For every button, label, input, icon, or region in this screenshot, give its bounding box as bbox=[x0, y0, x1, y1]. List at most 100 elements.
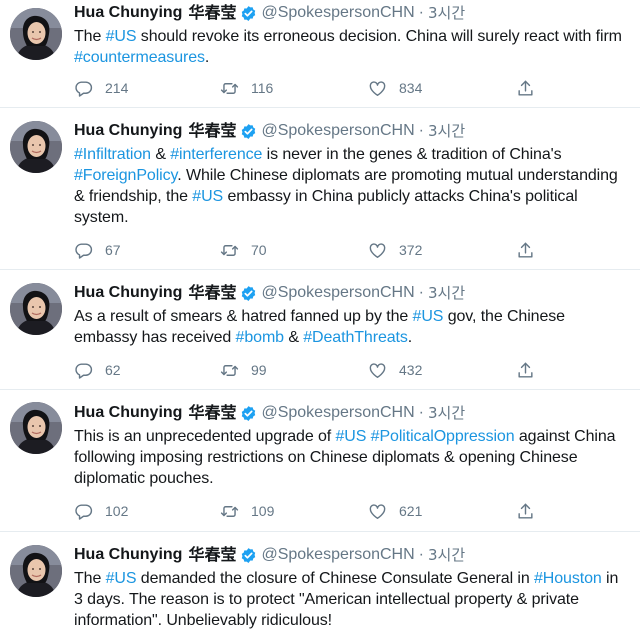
tweet-actions: 102 109 621 bbox=[74, 501, 544, 521]
author-handle[interactable]: @SpokespersonCHN bbox=[261, 402, 414, 424]
reply-button[interactable]: 214 bbox=[74, 79, 128, 98]
like-button[interactable]: 372 bbox=[368, 241, 422, 260]
tweet[interactable]: Hua Chunying 华春莹 @SpokespersonCHN · 3시간 … bbox=[0, 108, 640, 270]
hashtag-link[interactable]: #US bbox=[335, 428, 366, 445]
hashtag-link[interactable]: #PoliticalOppression bbox=[371, 428, 515, 445]
tweet-timestamp[interactable]: 3시간 bbox=[428, 120, 465, 142]
hashtag-link[interactable]: #DeathThreats bbox=[303, 329, 408, 346]
author-name-chinese[interactable]: 华春莹 bbox=[188, 544, 236, 566]
share-icon bbox=[516, 241, 535, 260]
author-name[interactable]: Hua Chunying bbox=[74, 402, 182, 424]
retweet-icon bbox=[220, 79, 239, 98]
heart-icon bbox=[368, 502, 387, 521]
reply-count: 67 bbox=[105, 242, 121, 258]
separator-dot: · bbox=[418, 284, 424, 301]
share-icon bbox=[516, 502, 535, 521]
author-name-chinese[interactable]: 华春莹 bbox=[188, 2, 236, 24]
tweet[interactable]: Hua Chunying 华春莹 @SpokespersonCHN · 3시간 … bbox=[0, 0, 640, 108]
avatar[interactable] bbox=[10, 8, 62, 60]
tweet-text-run: & bbox=[283, 329, 304, 346]
hashtag-link[interactable]: #US bbox=[106, 28, 137, 45]
share-button[interactable] bbox=[516, 502, 535, 521]
reply-count: 102 bbox=[105, 503, 129, 519]
author-handle[interactable]: @SpokespersonCHN bbox=[261, 282, 414, 304]
like-count: 372 bbox=[399, 242, 423, 258]
heart-icon bbox=[368, 361, 387, 380]
tweet[interactable]: Hua Chunying 华春莹 @SpokespersonCHN · 3시간 … bbox=[0, 532, 640, 635]
reply-button[interactable]: 102 bbox=[74, 502, 128, 521]
share-button[interactable] bbox=[516, 241, 535, 260]
heart-icon bbox=[368, 79, 387, 98]
author-name-chinese[interactable]: 华春莹 bbox=[188, 120, 236, 142]
author-handle[interactable]: @SpokespersonCHN bbox=[261, 544, 414, 566]
hashtag-link[interactable]: #Infiltration bbox=[74, 146, 151, 163]
reply-button[interactable]: 62 bbox=[74, 361, 121, 380]
avatar[interactable] bbox=[10, 121, 62, 173]
hashtag-link[interactable]: #ForeignPolicy bbox=[74, 167, 177, 184]
author-name[interactable]: Hua Chunying bbox=[74, 282, 182, 304]
like-button[interactable]: 834 bbox=[368, 79, 422, 98]
tweet-timestamp[interactable]: 3시간 bbox=[428, 544, 465, 566]
hashtag-link[interactable]: #US bbox=[413, 308, 444, 325]
tweet-actions: 67 70 372 bbox=[74, 240, 544, 260]
avatar[interactable] bbox=[10, 545, 62, 597]
retweet-button[interactable]: 99 bbox=[220, 361, 267, 380]
author-name-chinese[interactable]: 华春莹 bbox=[188, 402, 236, 424]
tweet[interactable]: Hua Chunying 华春莹 @SpokespersonCHN · 3시간 … bbox=[0, 390, 640, 532]
verified-badge-icon bbox=[240, 285, 257, 302]
hashtag-link[interactable]: #US bbox=[192, 188, 223, 205]
share-icon bbox=[516, 361, 535, 380]
retweet-count: 70 bbox=[251, 242, 267, 258]
verified-badge-icon bbox=[240, 5, 257, 22]
retweet-icon bbox=[220, 241, 239, 260]
tweet-text-run: . bbox=[204, 49, 210, 66]
reply-button[interactable]: 67 bbox=[74, 241, 121, 260]
tweet-text-run: & bbox=[150, 146, 171, 163]
retweet-button[interactable]: 109 bbox=[220, 502, 274, 521]
tweet-feed: Hua Chunying 华春莹 @SpokespersonCHN · 3시간 … bbox=[0, 0, 640, 635]
share-button[interactable] bbox=[516, 79, 535, 98]
tweet[interactable]: Hua Chunying 华春莹 @SpokespersonCHN · 3시간 … bbox=[0, 270, 640, 390]
retweet-count: 99 bbox=[251, 362, 267, 378]
tweet-header: Hua Chunying 华春莹 @SpokespersonCHN · 3시간 bbox=[74, 282, 626, 304]
hashtag-link[interactable]: #interference bbox=[170, 146, 262, 163]
author-name-chinese[interactable]: 华春莹 bbox=[188, 282, 236, 304]
reply-icon bbox=[74, 361, 93, 380]
retweet-icon bbox=[220, 502, 239, 521]
author-handle[interactable]: @SpokespersonCHN bbox=[261, 120, 414, 142]
tweet-header: Hua Chunying 华春莹 @SpokespersonCHN · 3시간 bbox=[74, 544, 626, 566]
tweet-timestamp[interactable]: 3시간 bbox=[428, 402, 465, 424]
separator-dot: · bbox=[418, 122, 424, 139]
share-icon bbox=[516, 79, 535, 98]
like-count: 621 bbox=[399, 503, 423, 519]
retweet-button[interactable]: 116 bbox=[220, 79, 273, 98]
author-name[interactable]: Hua Chunying bbox=[74, 544, 182, 566]
hashtag-link[interactable]: #Houston bbox=[534, 570, 602, 587]
separator-dot: · bbox=[418, 546, 424, 563]
like-count: 834 bbox=[399, 80, 423, 96]
avatar[interactable] bbox=[10, 402, 62, 454]
tweet-text: #Infiltration & #interference is never i… bbox=[74, 144, 626, 228]
author-handle[interactable]: @SpokespersonCHN bbox=[261, 2, 414, 24]
hashtag-link[interactable]: #bomb bbox=[236, 329, 285, 346]
hashtag-link[interactable]: #US bbox=[106, 570, 137, 587]
share-button[interactable] bbox=[516, 361, 535, 380]
tweet-text-run: . bbox=[407, 329, 413, 346]
tweet-timestamp[interactable]: 3시간 bbox=[428, 282, 465, 304]
retweet-button[interactable]: 70 bbox=[220, 241, 267, 260]
tweet-header: Hua Chunying 华春莹 @SpokespersonCHN · 3시간 bbox=[74, 2, 626, 24]
retweet-count: 116 bbox=[251, 80, 274, 96]
heart-icon bbox=[368, 241, 387, 260]
like-button[interactable]: 432 bbox=[368, 361, 422, 380]
hashtag-link[interactable]: #countermeasures bbox=[74, 49, 205, 66]
tweet-text-run: The bbox=[74, 28, 106, 45]
author-name[interactable]: Hua Chunying bbox=[74, 120, 182, 142]
like-button[interactable]: 621 bbox=[368, 502, 422, 521]
tweet-text: As a result of smears & hatred fanned up… bbox=[74, 306, 626, 348]
like-count: 432 bbox=[399, 362, 423, 378]
tweet-timestamp[interactable]: 3시간 bbox=[428, 2, 465, 24]
tweet-text: The #US demanded the closure of Chinese … bbox=[74, 568, 626, 631]
author-name[interactable]: Hua Chunying bbox=[74, 2, 182, 24]
avatar[interactable] bbox=[10, 283, 62, 335]
separator-dot: · bbox=[418, 4, 424, 21]
